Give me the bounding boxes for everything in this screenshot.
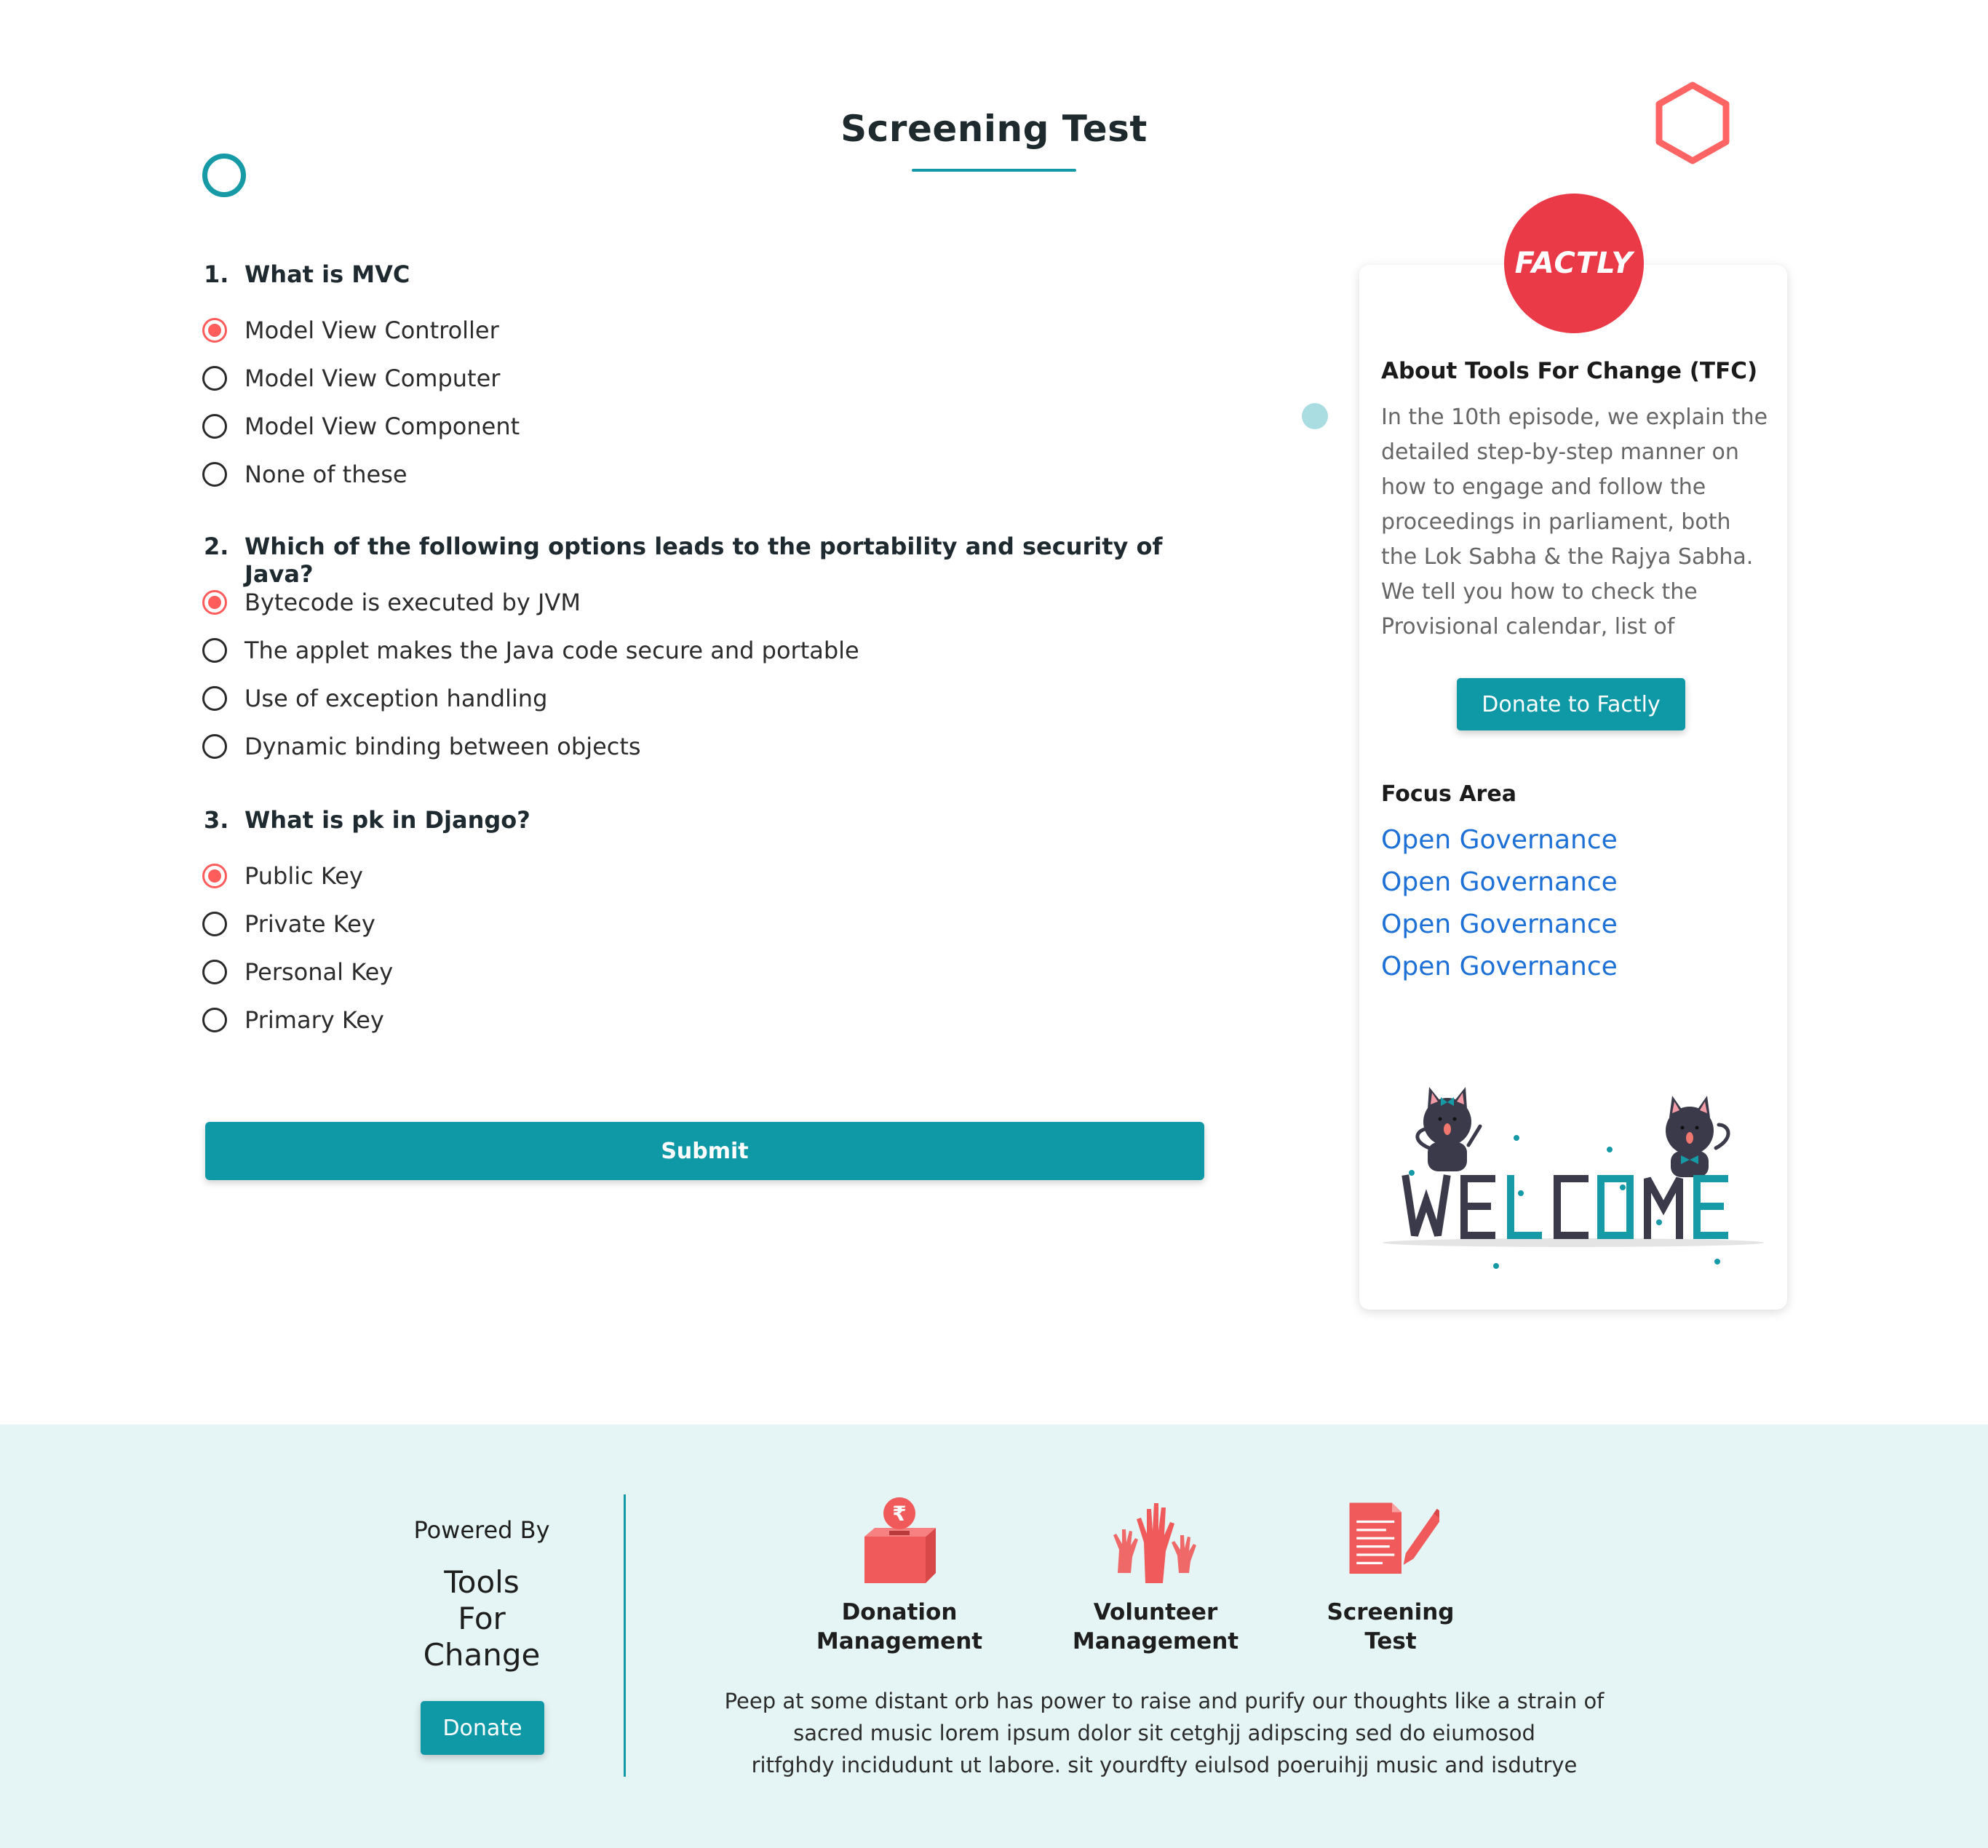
feature-screening-label: Screening Test [1327,1599,1455,1654]
document-pencil-icon [1349,1502,1439,1574]
welcome-illustration [1383,1087,1764,1269]
title-underline [912,169,1076,172]
radio-button[interactable] [202,912,227,936]
option-label: Use of exception handling [244,685,548,712]
radio-button[interactable] [202,686,227,711]
option-label: None of these [244,461,407,488]
option-label: Model View Component [244,413,520,440]
radio-button[interactable] [202,1008,227,1032]
about-title: About Tools For Change (TFC) [1381,358,1758,384]
question-3: 3. What is pk in Django? [204,806,1222,834]
option-q1-a[interactable]: Model View Controller [202,316,499,345]
question-text: Which of the following options leads to … [244,533,1163,588]
option-q3-a[interactable]: Public Key [202,861,363,891]
option-label: Model View Controller [244,316,499,344]
radio-button[interactable] [202,734,227,759]
cat-right-icon [1666,1096,1730,1177]
decorative-dot [1302,403,1328,429]
donate-to-factly-button[interactable]: Donate to Factly [1457,678,1685,730]
option-q3-d[interactable]: Primary Key [202,1005,384,1035]
question-number: 1. [204,260,229,288]
option-label: Bytecode is executed by JVM [244,589,581,616]
option-label: Public Key [244,862,363,890]
donation-box-icon: ₹ [864,1497,936,1583]
focus-link[interactable]: Open Governance [1381,909,1618,939]
svg-text:₹: ₹ [892,1502,906,1526]
radio-selected[interactable] [202,590,227,615]
decorative-ring [202,154,246,197]
feature-volunteer-label: Volunteer Management [1072,1599,1239,1654]
option-q2-b[interactable]: The applet makes the Java code secure an… [202,636,859,665]
focus-link[interactable]: Open Governance [1381,825,1618,855]
option-label: Dynamic binding between objects [244,733,641,760]
option-q3-c[interactable]: Personal Key [202,957,393,987]
question-1: 1. What is MVC [204,260,1222,288]
donate-button[interactable]: Donate [421,1701,544,1755]
option-label: The applet makes the Java code secure an… [244,637,859,664]
about-description: In the 10th episode, we explain the deta… [1381,405,1768,640]
radio-selected[interactable] [202,318,227,343]
question-number: 2. [204,533,229,560]
feature-donation-label: Donation Management [816,1599,983,1654]
radio-button[interactable] [202,366,227,391]
option-label: Personal Key [244,958,394,986]
question-2: 2. Which of the following options leads … [204,533,1222,588]
option-q2-c[interactable]: Use of exception handling [202,684,547,713]
radio-button[interactable] [202,638,227,663]
radio-button[interactable] [202,462,227,487]
org-name: Tools For Change [423,1564,541,1673]
question-text: What is pk in Django? [244,806,530,834]
powered-by-label: Powered By [413,1516,550,1544]
focus-link[interactable]: Open Governance [1381,952,1618,981]
footer-description: Peep at some distant orb has power to ra… [724,1689,1605,1777]
submit-button[interactable]: Submit [205,1122,1204,1180]
raised-hands-icon [1113,1503,1196,1583]
radio-button[interactable] [202,960,227,984]
option-q2-d[interactable]: Dynamic binding between objects [202,732,641,761]
factly-logo: FACTLY [1504,194,1644,333]
cat-left-icon [1415,1087,1482,1171]
focus-link[interactable]: Open Governance [1381,867,1618,897]
page-title: Screening Test [840,108,1148,150]
question-text: What is MVC [244,260,410,288]
logo-text: FACTLY [1514,247,1634,280]
option-label: Private Key [244,910,375,938]
radio-selected[interactable] [202,864,227,888]
question-number: 3. [204,806,229,834]
option-q1-d[interactable]: None of these [202,460,407,489]
option-label: Model View Computer [244,365,501,392]
focus-area-title: Focus Area [1381,781,1516,807]
option-q3-b[interactable]: Private Key [202,909,375,939]
welcome-letters [1401,1174,1728,1239]
radio-button[interactable] [202,414,227,439]
option-q1-b[interactable]: Model View Computer [202,364,500,393]
footer-divider [624,1494,626,1777]
option-label: Primary Key [244,1006,384,1034]
option-q1-c[interactable]: Model View Component [202,412,520,441]
option-q2-a[interactable]: Bytecode is executed by JVM [202,588,581,617]
